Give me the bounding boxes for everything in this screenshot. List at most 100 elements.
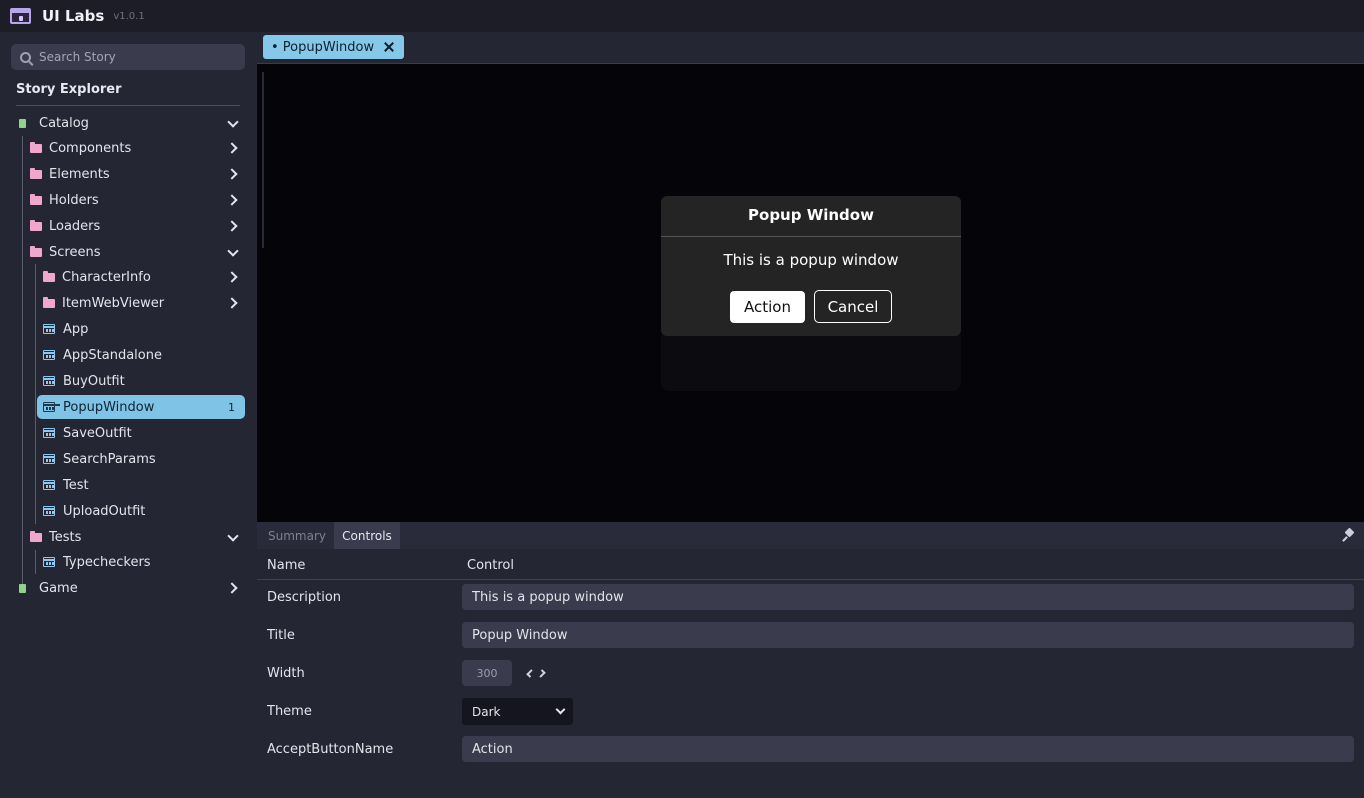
chevron-down-icon[interactable] [225, 529, 241, 545]
tree-item-elements[interactable]: Elements [30, 162, 241, 186]
column-header-control: Control [467, 558, 514, 573]
tree-item-uploadoutfit[interactable]: UploadOutfit [43, 499, 241, 523]
folder-icon [43, 296, 55, 308]
tree-item-label: App [63, 321, 89, 337]
search-box[interactable] [11, 44, 245, 70]
story-icon [43, 557, 55, 567]
tree-item-typecheckers[interactable]: Typecheckers [43, 550, 241, 574]
chevron-right-icon[interactable] [539, 666, 547, 680]
ui-labs-app: UI Labs v1.0.1 Story Explorer Catalog Co… [0, 0, 1364, 798]
story-icon [43, 376, 55, 386]
mount-count-badge: 1 [228, 400, 235, 414]
tree-item-label: Loaders [49, 218, 101, 234]
tree-item-app[interactable]: App [43, 317, 241, 341]
story-icon [43, 480, 55, 490]
ui-labs-logo-icon [10, 8, 31, 24]
tree-item-label: Screens [49, 244, 101, 260]
tree-item-label: SaveOutfit [63, 425, 132, 441]
tree-item-label: AppStandalone [63, 347, 162, 363]
app-title: UI Labs [42, 7, 105, 25]
folder-icon [30, 245, 42, 257]
tree-item-label: PopupWindow [63, 399, 155, 415]
tree-item-test[interactable]: Test [43, 473, 241, 497]
tree-item-characterinfo[interactable]: CharacterInfo [43, 265, 241, 289]
column-header-name: Name [267, 558, 306, 573]
folder-icon [30, 193, 42, 205]
tree-item-label: Test [63, 477, 89, 493]
title-field[interactable] [462, 622, 1354, 648]
story-icon [43, 350, 55, 360]
chevron-down-icon [555, 706, 565, 716]
tree-item-label: ItemWebViewer [62, 295, 165, 311]
theme-select[interactable]: Dark [462, 698, 573, 725]
tree-item-label: CharacterInfo [62, 269, 151, 285]
chevron-down-icon[interactable] [225, 115, 241, 131]
chevron-right-icon[interactable] [225, 166, 241, 182]
chevron-right-icon[interactable] [225, 192, 241, 208]
theme-select-value: Dark [472, 704, 501, 719]
folder-icon [30, 219, 42, 231]
chevron-right-icon[interactable] [225, 269, 241, 285]
control-label-description: Description [267, 590, 342, 605]
tree-item-components[interactable]: Components [30, 136, 241, 160]
control-label-width: Width [267, 666, 305, 681]
tree-guide-tests [35, 550, 36, 574]
story-tab-bar: • PopupWindow [257, 32, 1364, 64]
tree-item-label: Holders [49, 192, 99, 208]
tree-item-saveoutfit[interactable]: SaveOutfit [43, 421, 241, 445]
control-label-theme: Theme [267, 704, 312, 719]
panel-tab-bar: Summary Controls [257, 522, 1364, 549]
tree-guide-catalog [22, 136, 23, 584]
tree-item-screens[interactable]: Screens [30, 240, 241, 264]
tree-item-label: Typecheckers [63, 554, 151, 570]
tree-item-appstandalone[interactable]: AppStandalone [43, 343, 241, 367]
controls-panel: Summary Controls Name Control Descriptio… [257, 522, 1364, 798]
story-icon [43, 324, 55, 334]
explorer-divider [16, 105, 240, 106]
chevron-down-icon[interactable] [225, 244, 241, 260]
tree-item-loaders[interactable]: Loaders [30, 214, 241, 238]
folder-icon [30, 167, 42, 179]
chevron-right-icon[interactable] [225, 295, 241, 311]
close-icon[interactable] [384, 42, 394, 52]
tree-item-game[interactable]: Game [19, 576, 241, 600]
action-button[interactable]: Action [730, 291, 805, 323]
popup-title: Popup Window [748, 206, 874, 224]
tree-item-holders[interactable]: Holders [30, 188, 241, 212]
popup-divider [661, 236, 961, 237]
tree-item-itemwebviewer[interactable]: ItemWebViewer [43, 291, 241, 315]
tree-guide-screens [35, 264, 36, 524]
tab-label: • PopupWindow [271, 39, 375, 55]
game-root-icon [19, 583, 26, 593]
search-input[interactable] [39, 50, 229, 64]
cancel-button[interactable]: Cancel [814, 290, 892, 323]
story-icon [43, 454, 55, 464]
pin-icon[interactable] [1343, 529, 1355, 541]
accept-button-name-field[interactable] [462, 736, 1354, 762]
chevron-right-icon[interactable] [225, 140, 241, 156]
control-label-acceptbuttonname: AcceptButtonName [267, 742, 394, 757]
width-field[interactable] [462, 660, 512, 686]
tree-item-label: Catalog [39, 115, 89, 131]
tab-controls[interactable]: Controls [334, 522, 400, 549]
catalog-root-icon [19, 118, 26, 128]
description-field[interactable] [462, 584, 1354, 610]
header-divider [257, 579, 1364, 580]
story-icon [43, 402, 55, 412]
title-bar: UI Labs v1.0.1 [0, 0, 1364, 32]
chevron-left-icon[interactable] [525, 666, 533, 680]
tree-item-label: Components [49, 140, 132, 156]
tab-popupwindow[interactable]: • PopupWindow [263, 35, 405, 59]
tree-item-popupwindow[interactable]: PopupWindow 1 [37, 395, 245, 419]
tree-item-searchparams[interactable]: SearchParams [43, 447, 241, 471]
story-icon [43, 506, 55, 516]
app-version: v1.0.1 [113, 10, 145, 22]
tree-item-tests[interactable]: Tests [30, 525, 241, 549]
chevron-right-icon[interactable] [225, 218, 241, 234]
tab-summary[interactable]: Summary [260, 522, 334, 549]
tree-item-buyoutfit[interactable]: BuyOutfit [43, 369, 241, 393]
preview-scrollbar[interactable] [262, 72, 264, 248]
story-preview: Popup Window This is a popup window Acti… [257, 64, 1364, 522]
tree-item-catalog[interactable]: Catalog [19, 111, 241, 135]
chevron-right-icon[interactable] [225, 580, 241, 596]
